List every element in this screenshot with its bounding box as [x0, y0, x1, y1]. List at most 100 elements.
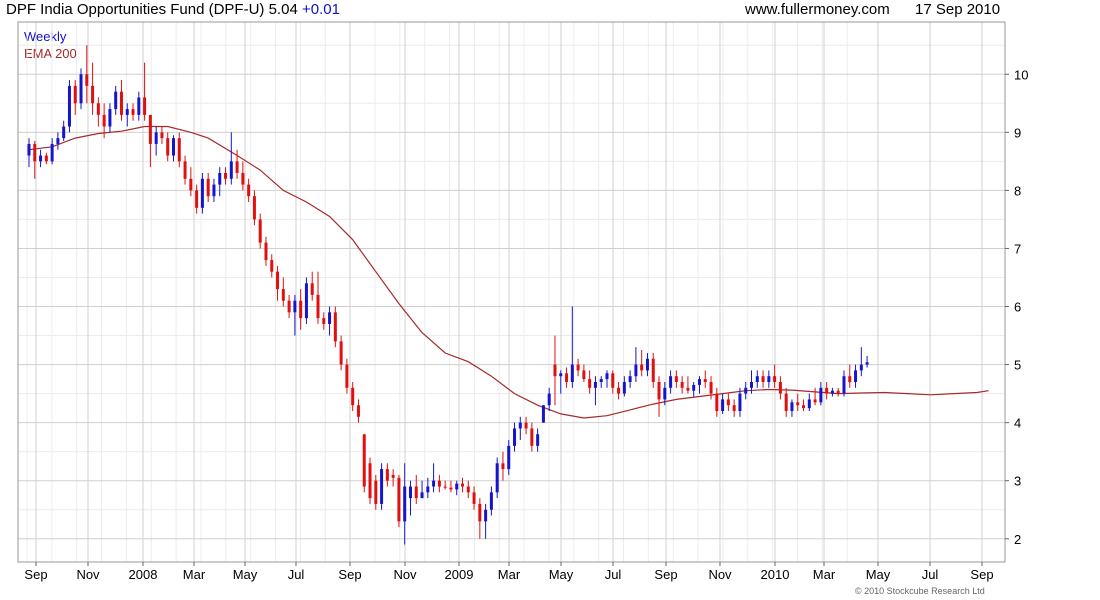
y-axis: 2 3 4 5 6 7 8 9 10 — [1005, 67, 1028, 547]
candle — [617, 382, 621, 400]
candle — [27, 138, 31, 168]
candle-body — [495, 463, 499, 493]
candle — [247, 178, 251, 202]
candle-body — [160, 132, 164, 139]
candle — [287, 294, 291, 319]
candle-body — [674, 376, 678, 382]
x-tick-label: May — [866, 567, 891, 582]
candle — [778, 376, 782, 400]
candle — [813, 387, 817, 406]
candle-body — [339, 341, 343, 365]
candle-body — [859, 364, 863, 371]
candle-body — [524, 422, 528, 429]
candle — [264, 236, 268, 266]
candle — [224, 167, 228, 185]
candle-body — [252, 196, 256, 220]
candle — [270, 254, 274, 278]
chart-svg: Sep Nov 2008 Mar May Jul Sep Nov 2009 Mar May Jul Se… — [17, 21, 1028, 582]
candle-body — [102, 114, 106, 127]
candle — [385, 463, 389, 487]
candle-body — [316, 294, 320, 319]
y-tick-label: 9 — [1014, 125, 1021, 140]
candle-body — [778, 382, 782, 394]
candle-body — [807, 399, 811, 409]
candle-body — [310, 283, 314, 295]
x-tick-label: 2008 — [129, 567, 158, 582]
candle-body — [750, 382, 753, 388]
candle-body — [842, 376, 846, 394]
candle — [131, 103, 135, 121]
candle-body — [397, 477, 401, 522]
candle — [686, 376, 690, 394]
candle-body — [85, 74, 89, 86]
candle-body — [461, 483, 464, 487]
candle — [507, 440, 511, 475]
candle-body — [813, 399, 817, 403]
candle-body — [767, 376, 771, 382]
candle — [709, 376, 713, 400]
candle — [154, 126, 158, 156]
candle — [495, 457, 499, 499]
candle — [865, 355, 869, 368]
x-tick-label: Nov — [393, 567, 417, 582]
candle-body — [270, 260, 274, 272]
candle — [738, 387, 742, 417]
candle — [761, 370, 765, 388]
candle — [137, 91, 141, 121]
candle — [703, 370, 707, 388]
candle — [848, 364, 852, 388]
candle-body — [854, 370, 858, 382]
candle-body — [96, 103, 100, 115]
candle-body — [738, 393, 742, 412]
candle-body — [593, 382, 597, 388]
candle — [362, 434, 366, 493]
candle — [784, 387, 788, 417]
candle — [108, 103, 112, 133]
candle-body — [697, 379, 701, 385]
candle-body — [484, 509, 488, 522]
candle — [183, 155, 187, 185]
y-tick-label: 8 — [1014, 183, 1021, 198]
candle-body — [645, 358, 649, 371]
y-tick-label: 10 — [1014, 67, 1028, 82]
candle-body — [686, 387, 690, 391]
candle — [403, 463, 407, 545]
x-tick-label: Nov — [708, 567, 732, 582]
candle — [62, 120, 66, 142]
candle-body — [414, 486, 418, 499]
candle — [420, 480, 424, 499]
y-tick-label: 3 — [1014, 474, 1021, 489]
candle-body — [33, 143, 37, 162]
candle-body — [91, 85, 95, 104]
x-tick-label: May — [549, 567, 574, 582]
candle-body — [125, 109, 129, 115]
candle-body — [56, 138, 60, 144]
candle — [599, 376, 603, 388]
x-tick-label: Sep — [338, 567, 361, 582]
candle — [790, 399, 794, 417]
candle — [258, 213, 262, 249]
candle — [50, 138, 54, 165]
candle — [576, 358, 580, 377]
candle-body — [276, 271, 280, 290]
y-tick-label: 7 — [1014, 241, 1021, 256]
candle-body — [385, 469, 389, 481]
candle-body — [570, 364, 574, 382]
candle — [836, 387, 840, 397]
candle-body — [281, 289, 285, 301]
candle-body — [333, 312, 337, 342]
candle-body — [131, 109, 135, 115]
x-tick-label: Mar — [498, 567, 521, 582]
candle-body — [356, 405, 360, 417]
candle — [96, 97, 100, 127]
candle-body — [617, 387, 621, 394]
candle-series — [27, 45, 869, 545]
x-tick-label: 2010 — [761, 567, 790, 582]
candle — [541, 405, 545, 423]
candle — [328, 306, 332, 336]
candle-body — [680, 382, 684, 388]
candle-body — [299, 300, 303, 319]
x-tick-label: Jul — [922, 567, 939, 582]
candle — [79, 68, 83, 110]
candle-body — [235, 161, 239, 173]
